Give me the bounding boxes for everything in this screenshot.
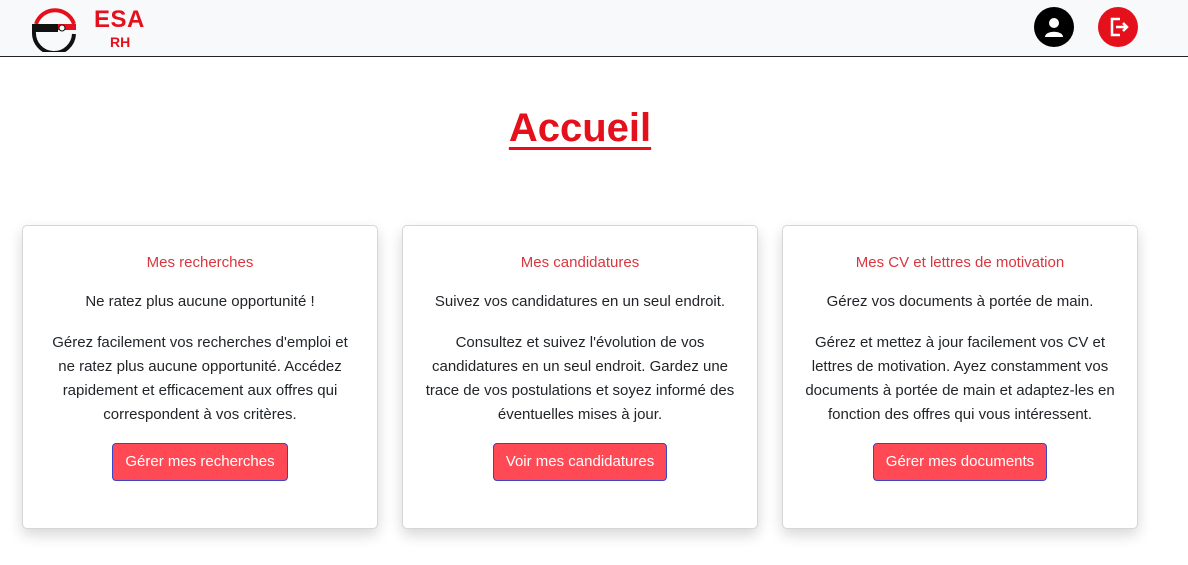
- user-icon: [1045, 18, 1063, 37]
- card-description: Gérez et mettez à jour facilement vos CV…: [805, 334, 1115, 423]
- card-documents: Mes CV et lettres de motivation Gérez vo…: [782, 225, 1138, 529]
- card-description: Consultez et suivez l'évolution de vos c…: [425, 334, 735, 423]
- card-description: Gérez facilement vos recherches d'emploi…: [52, 334, 348, 423]
- card-recherches: Mes recherches Ne ratez plus aucune oppo…: [22, 225, 378, 529]
- card-tagline: Gérez vos documents à portée de main.: [826, 293, 1094, 310]
- top-navbar: ESA RH: [0, 0, 1188, 57]
- card-tagline: Ne ratez plus aucune opportunité !: [85, 293, 315, 310]
- brand-subtitle: RH: [110, 34, 131, 50]
- card-candidatures: Mes candidatures Suivez vos candidatures…: [402, 225, 758, 529]
- view-applications-button[interactable]: Voir mes candidatures: [492, 443, 668, 481]
- card-title: Mes candidatures: [520, 254, 640, 271]
- manage-documents-button[interactable]: Gérer mes documents: [872, 443, 1048, 481]
- manage-searches-button[interactable]: Gérer mes recherches: [112, 443, 288, 481]
- card-title: Mes CV et lettres de motivation: [855, 254, 1065, 271]
- card-title: Mes recherches: [146, 254, 254, 271]
- esa-logo-icon[interactable]: [30, 4, 78, 56]
- logout-button[interactable]: [1098, 7, 1138, 47]
- card-tagline: Suivez vos candidatures en un seul endro…: [434, 293, 726, 310]
- profile-button[interactable]: [1034, 7, 1074, 47]
- logout-icon: [1110, 17, 1129, 37]
- page-title: Accueil: [508, 106, 652, 150]
- brand-title: ESA: [94, 6, 145, 33]
